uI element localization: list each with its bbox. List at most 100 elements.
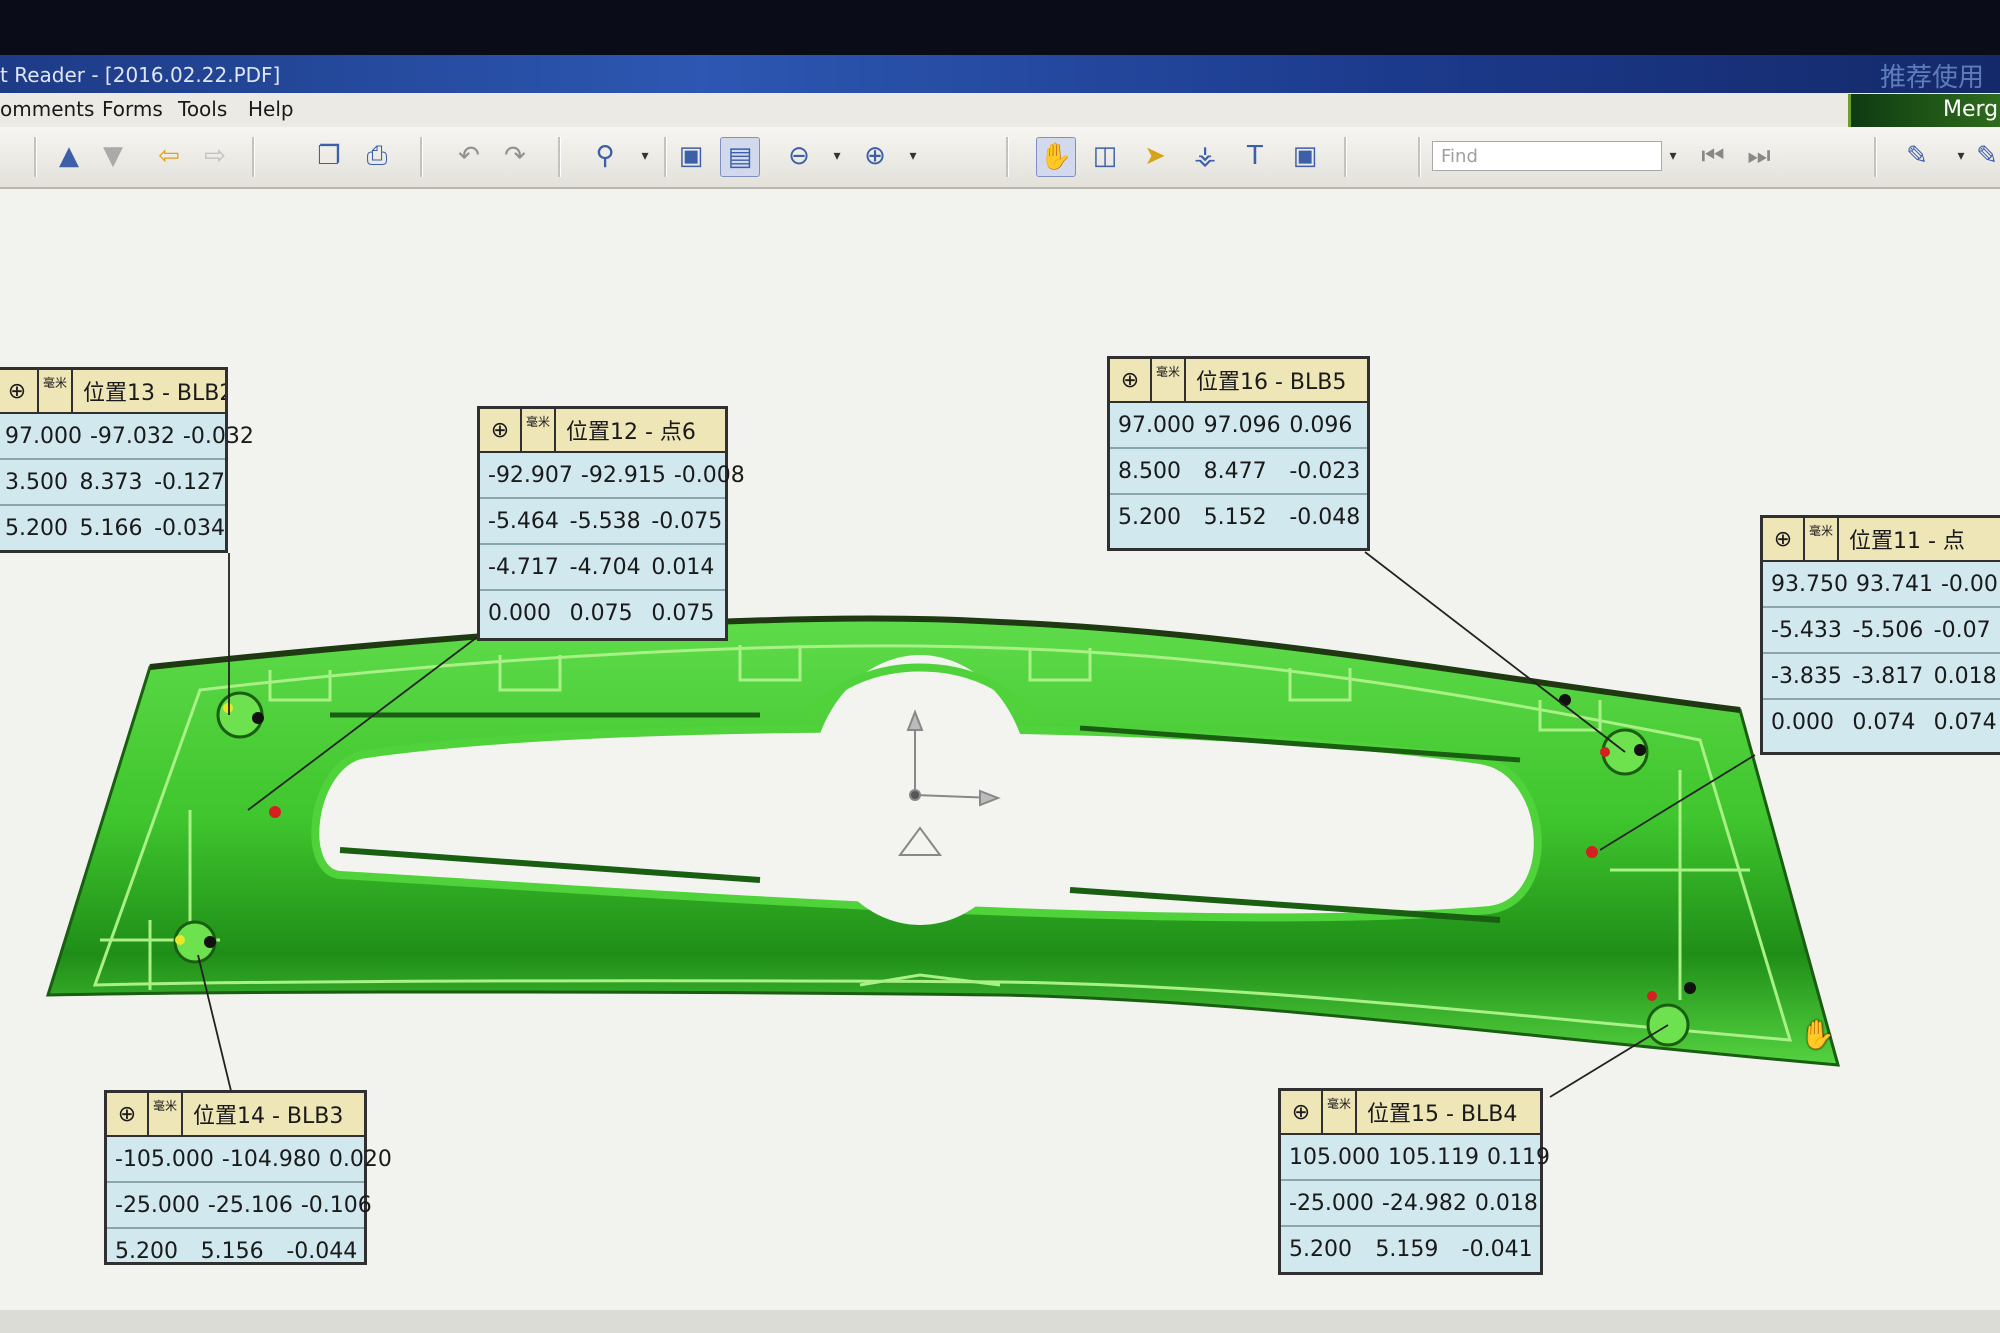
deviation-value: 0.119 [1486, 1144, 1550, 1170]
deviation-value: -0.048 [1289, 504, 1361, 530]
callout-position-11[interactable]: ⊕ 毫米 位置11 - 点 93.750 93.741 -0.00 -5.433 -5.5… [1760, 515, 2000, 755]
measured-value: 5.159 [1375, 1236, 1439, 1262]
callout-title: 位置13 - BLB2 [83, 381, 225, 406]
measured-value: -104.980 [221, 1146, 321, 1172]
deviation-value: 0.018 [1933, 663, 1997, 689]
deviation-value: -0.127 [154, 469, 226, 495]
callout-title: 位置12 - 点6 [566, 420, 696, 445]
callout-position-15[interactable]: ⊕ 毫米 位置15 - BLB4 105.000 105.119 0.119 -25.0… [1278, 1088, 1550, 1275]
callout-position-14[interactable]: ⊕ 毫米 位置14 - BLB3 -105.000 -104.980 0.020 -25… [104, 1090, 392, 1265]
deviation-value: -0.034 [154, 515, 226, 541]
measured-value: 5.152 [1203, 504, 1267, 530]
deviation-value: 0.075 [651, 600, 715, 626]
table-row: -3.835 -3.817 0.018 [1763, 654, 2000, 700]
hand-cursor-icon: ✋ [1800, 1018, 1835, 1051]
deviation-value: -0.07 [1933, 617, 1991, 643]
deviation-value: -0.032 [182, 423, 254, 449]
nominal-value: 5.200 [1289, 1236, 1352, 1262]
part-center-cutout [810, 655, 1030, 925]
unit-label: 毫米 [149, 1093, 183, 1135]
callout-title: 位置11 - 点 [1849, 529, 1965, 554]
nominal-value: -25.000 [1289, 1190, 1374, 1216]
nominal-value: -4.717 [488, 554, 559, 580]
nominal-value: 5.200 [1118, 504, 1181, 530]
nominal-value: -5.433 [1771, 617, 1842, 643]
unit-label: 毫米 [522, 409, 556, 451]
deviation-value: 0.096 [1289, 412, 1353, 438]
table-row: 105.000 105.119 0.119 [1281, 1135, 1550, 1181]
callout-title: 位置15 - BLB4 [1367, 1102, 1518, 1127]
deviation-value: -0.008 [673, 462, 745, 488]
table-row: 5.200 5.156 -0.044 [107, 1229, 364, 1273]
measured-value: -92.915 [580, 462, 666, 488]
crosshair-icon: ⊕ [480, 409, 522, 451]
callout-position-16[interactable]: ⊕ 毫米 位置16 - BLB5 97.000 97.096 0.096 8.500 8.… [1107, 356, 1370, 551]
table-row: -92.907 -92.915 -0.008 [480, 453, 745, 499]
measured-value: 5.156 [200, 1238, 264, 1264]
document-bottom-edge [0, 1310, 2000, 1333]
table-row: 97.000 97.096 0.096 [1110, 403, 1367, 449]
deviation-value: 0.018 [1474, 1190, 1538, 1216]
unit-label: 毫米 [1323, 1091, 1357, 1133]
nominal-value: 105.000 [1289, 1144, 1380, 1170]
nominal-value: -92.907 [488, 462, 573, 488]
table-row: 5.200 5.159 -0.041 [1281, 1227, 1540, 1271]
nominal-value: 93.750 [1771, 571, 1848, 597]
callout-position-13[interactable]: ⊕ 毫米 位置13 - BLB2 97.000 -97.032 -0.032 3.500… [0, 367, 254, 553]
table-row: -5.464 -5.538 -0.075 [480, 499, 725, 545]
table-row: 0.000 0.074 0.074 [1763, 700, 2000, 744]
nominal-value: -3.835 [1771, 663, 1842, 689]
measured-value: -5.538 [569, 508, 641, 534]
deviation-value: 0.074 [1933, 709, 1997, 735]
nominal-value: -105.000 [115, 1146, 214, 1172]
nominal-value: -25.000 [115, 1192, 200, 1218]
table-row: -5.433 -5.506 -0.07 [1763, 608, 2000, 654]
nominal-value: -5.464 [488, 508, 559, 534]
deviation-value: -0.044 [286, 1238, 358, 1264]
measured-value: -5.506 [1852, 617, 1924, 643]
measured-value: 0.074 [1852, 709, 1916, 735]
nominal-value: 0.000 [1771, 709, 1834, 735]
nominal-value: 97.000 [5, 423, 82, 449]
table-row: 97.000 -97.032 -0.032 [0, 414, 254, 460]
measured-value: 8.373 [79, 469, 143, 495]
table-row: -25.000 -24.982 0.018 [1281, 1181, 1540, 1227]
callout-title: 位置16 - BLB5 [1196, 370, 1347, 395]
deviation-value: -0.041 [1461, 1236, 1533, 1262]
nominal-value: 8.500 [1118, 458, 1181, 484]
table-row: -105.000 -104.980 0.020 [107, 1137, 392, 1183]
unit-label: 毫米 [39, 370, 73, 412]
measured-value: 97.096 [1203, 412, 1281, 438]
crosshair-icon: ⊕ [1281, 1091, 1323, 1133]
deviation-value: -0.00 [1940, 571, 1998, 597]
callout-position-12[interactable]: ⊕ 毫米 位置12 - 点6 -92.907 -92.915 -0.008 -5.464… [477, 406, 745, 641]
nominal-value: 5.200 [5, 515, 68, 541]
nominal-value: 0.000 [488, 600, 551, 626]
unit-label: 毫米 [1805, 518, 1839, 560]
measured-value: -4.704 [569, 554, 641, 580]
measured-value: 5.166 [79, 515, 143, 541]
crosshair-icon: ⊕ [1763, 518, 1805, 560]
callout-title: 位置14 - BLB3 [193, 1104, 344, 1129]
measured-value: -97.032 [89, 423, 175, 449]
measured-value: -3.817 [1852, 663, 1924, 689]
measured-value: 93.741 [1855, 571, 1933, 597]
nominal-value: 97.000 [1118, 412, 1195, 438]
deviation-value: 0.014 [651, 554, 715, 580]
table-row: 5.200 5.166 -0.034 [0, 506, 225, 550]
measured-value: 8.477 [1203, 458, 1267, 484]
crosshair-icon: ⊕ [0, 370, 39, 412]
table-row: 0.000 0.075 0.075 [480, 591, 725, 635]
deviation-value: -0.023 [1289, 458, 1361, 484]
table-row: 5.200 5.152 -0.048 [1110, 495, 1367, 539]
measured-value: -25.106 [207, 1192, 293, 1218]
unit-label: 毫米 [1152, 359, 1186, 401]
table-row: -25.000 -25.106 -0.106 [107, 1183, 372, 1229]
table-row: -4.717 -4.704 0.014 [480, 545, 725, 591]
measured-value: 105.119 [1387, 1144, 1479, 1170]
measured-value: -24.982 [1381, 1190, 1467, 1216]
deviation-value: -0.106 [300, 1192, 372, 1218]
nominal-value: 5.200 [115, 1238, 178, 1264]
nominal-value: 3.500 [5, 469, 68, 495]
crosshair-icon: ⊕ [1110, 359, 1152, 401]
